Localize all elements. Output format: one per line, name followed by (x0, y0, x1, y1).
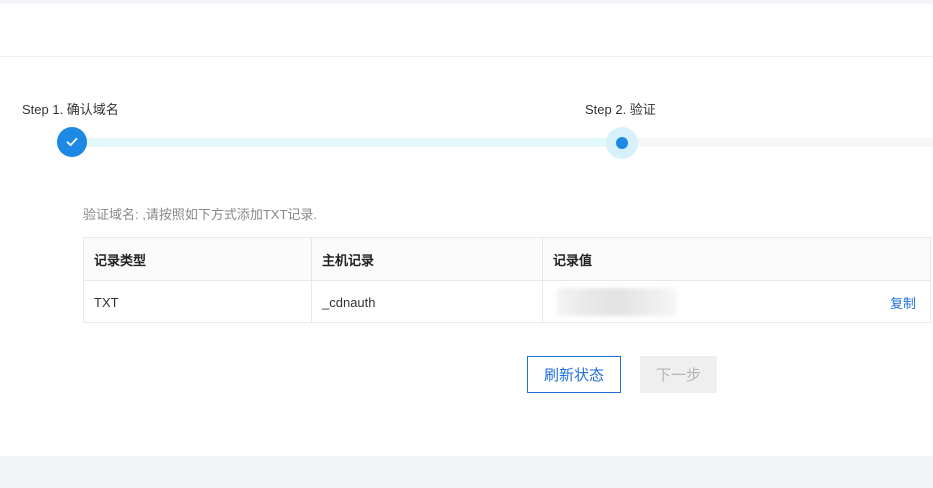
copy-button[interactable]: 复制 (890, 281, 916, 323)
progress-track-completed (72, 138, 622, 147)
header-divider (0, 56, 933, 57)
record-value-redacted (557, 288, 677, 316)
cell-record-type: TXT (94, 294, 119, 310)
header-host-record: 主机记录 (311, 238, 542, 280)
header-record-value: 记录值 (542, 238, 930, 280)
table-header-row: 记录类型 主机记录 记录值 (84, 238, 930, 281)
refresh-status-button[interactable]: 刷新状态 (527, 356, 621, 393)
verification-hint: 验证域名: ,请按照如下方式添加TXT记录. (83, 207, 318, 222)
cell-record-value: 复制 (542, 281, 930, 323)
header-record-type: 记录类型 (94, 252, 147, 268)
next-step-button[interactable]: 下一步 (640, 356, 717, 393)
current-step-dot-icon (616, 137, 628, 149)
verification-card: Step 1. 确认域名 Step 2. 验证 验证域名: ,请按照如下方式添加… (0, 4, 933, 456)
check-icon (66, 137, 78, 147)
step-1-label: Step 1. 确认域名 (22, 102, 119, 117)
dns-record-table: 记录类型 主机记录 记录值 TXT _cdnauth 复制 (83, 237, 931, 323)
cell-host-record: _cdnauth (311, 281, 542, 323)
step-2-node (606, 127, 638, 159)
table-row: TXT _cdnauth 复制 (84, 281, 930, 323)
step-2-label: Step 2. 验证 (585, 102, 656, 117)
step-1-node (57, 127, 87, 157)
